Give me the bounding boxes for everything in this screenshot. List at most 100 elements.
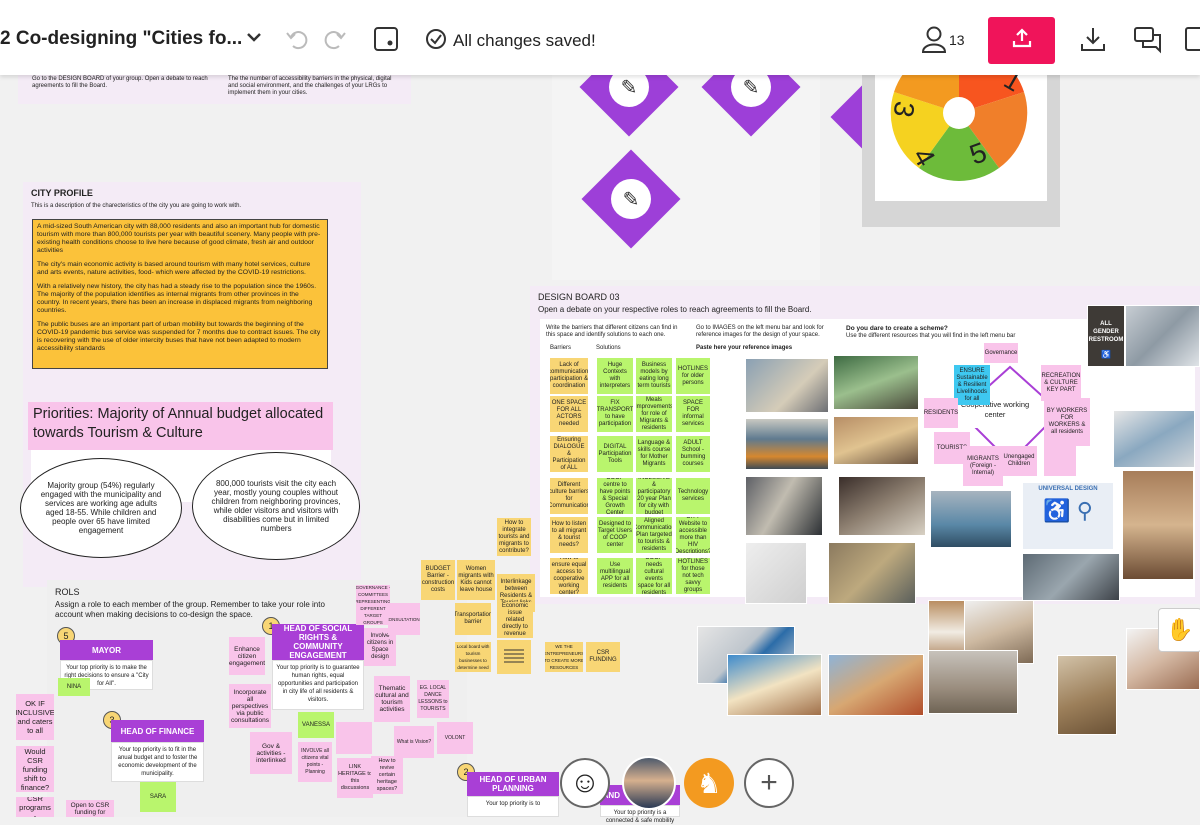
reference-image[interactable]: [828, 542, 916, 604]
sticky-note[interactable]: CITY Website to accessible more than HIV…: [676, 517, 710, 553]
sticky-note[interactable]: INVOLVE all citizens vital points - Plan…: [298, 742, 332, 782]
sticky-note[interactable]: Transportation barrier: [455, 603, 491, 635]
sticky-note[interactable]: Would CSR funding shift to finance?: [16, 746, 54, 792]
sticky-note[interactable]: RECREATION & CULTURE KEY PART: [1041, 365, 1081, 401]
sticky-note[interactable]: Incorporate all perspectives via public …: [229, 684, 271, 728]
sticky-note[interactable]: Lack of communication, participation & c…: [550, 358, 588, 394]
sticky-note[interactable]: Thematic cultural and tourism activities: [374, 676, 410, 722]
sticky-note[interactable]: Governance: [984, 343, 1018, 363]
sticky-note[interactable]: COOP needs cultural events space for all…: [636, 558, 672, 594]
text-lines-note[interactable]: [497, 640, 531, 674]
sticky-note[interactable]: Gov & activities - interlinked: [250, 732, 292, 774]
reference-image[interactable]: [928, 650, 1018, 714]
reference-image[interactable]: [930, 490, 1012, 548]
sticky-note[interactable]: Meals Improvements for role of Migrants …: [636, 396, 672, 432]
reference-image[interactable]: [1022, 553, 1120, 601]
panel-icon[interactable]: [1184, 24, 1200, 59]
avatar[interactable]: [622, 756, 676, 810]
sticky-note[interactable]: BUDGET Barrier - construction costs: [421, 560, 455, 600]
sticky-note[interactable]: ONE SPACE FOR ALL ACTORS needed: [550, 396, 588, 432]
sticky-note[interactable]: COOP centre to have points & Special Gro…: [597, 478, 633, 514]
finance-role-header[interactable]: HEAD OF FINANCE: [111, 720, 204, 742]
sticky-note[interactable]: SPACE FOR informal services: [676, 396, 710, 432]
social-role-header[interactable]: HEAD OF SOCIAL RIGHTS & COMMUNITY ENGAGE…: [272, 624, 364, 660]
sticky-note[interactable]: GOVERNANCE - COMMITTEES REPRESENTING DIF…: [356, 585, 390, 625]
reference-image[interactable]: [1057, 655, 1117, 735]
sticky-note[interactable]: How to revive certain heritage spaces?: [371, 756, 403, 794]
download-icon[interactable]: [1078, 24, 1108, 59]
name-note[interactable]: SARA: [140, 782, 176, 812]
sticky-note[interactable]: Economic issue related directly to reven…: [497, 602, 533, 638]
user-icon[interactable]: [920, 24, 948, 59]
undo-icon[interactable]: [283, 25, 311, 58]
sticky-note[interactable]: ENSURE Sustainable & Resilient Livelihoo…: [954, 365, 990, 405]
sticky-note[interactable]: [1044, 446, 1076, 476]
name-note[interactable]: NINA: [58, 678, 90, 696]
sticky-note[interactable]: WE THE ENTREPRENEURS TO CREATE MORE RESO…: [545, 642, 583, 672]
sticky-note[interactable]: Business models by eating long term tour…: [636, 358, 672, 394]
reference-image[interactable]: [745, 476, 823, 536]
sticky-note[interactable]: Ensuring DIALOGUE & Participation of ALL: [550, 436, 588, 472]
emoji-icon[interactable]: ☺: [560, 758, 610, 808]
reference-image[interactable]: [1122, 470, 1194, 580]
reference-image[interactable]: [833, 355, 919, 410]
sticky-note[interactable]: EG. LOCAL DANCE LESSONS to TOURISTS: [417, 680, 449, 718]
universal-design-image[interactable]: UNIVERSAL DESIGN ♿ ⚲: [1022, 482, 1114, 550]
reference-image[interactable]: [745, 542, 807, 604]
sticky-note[interactable]: ADULT School - bumming courses: [676, 436, 710, 472]
sticky-note[interactable]: CSR programs -: [16, 797, 54, 817]
reference-image[interactable]: [745, 418, 829, 470]
sticky-note[interactable]: HOTLINES for those not tech savvy groups: [676, 558, 710, 594]
spinner-wheel[interactable]: 1 5 4 3: [884, 55, 1044, 195]
sticky-note[interactable]: CSR FUNDING: [586, 642, 620, 672]
reference-image[interactable]: [1125, 305, 1200, 367]
reference-image[interactable]: [727, 654, 822, 716]
sticky-note[interactable]: How to ensure equal access to cooperativ…: [550, 558, 588, 594]
sticky-note[interactable]: [336, 722, 372, 754]
reference-image[interactable]: [833, 416, 919, 465]
sticky-note[interactable]: Language & skills course for Mother Migr…: [636, 436, 672, 472]
hand-icon[interactable]: ✋: [1158, 608, 1200, 652]
redo-icon[interactable]: [321, 25, 349, 58]
frame-icon[interactable]: [372, 25, 400, 58]
plus-icon[interactable]: +: [744, 758, 794, 808]
sticky-note[interactable]: CONSULTATIONS: [388, 603, 420, 635]
sticky-note[interactable]: LINK HERITAGE to this discussions: [337, 758, 373, 798]
sticky-note[interactable]: VOLONT: [437, 722, 473, 754]
sticky-note[interactable]: Local board with tourism businesses to d…: [455, 642, 491, 672]
comments-icon[interactable]: [1132, 24, 1164, 59]
reference-image[interactable]: [838, 476, 926, 536]
sticky-note[interactable]: Open to CSR funding for: [66, 800, 114, 817]
sticky-note[interactable]: Designed to Target Users of COOP center: [597, 517, 633, 553]
sticky-note[interactable]: Huge Contexts with interpreters: [597, 358, 633, 394]
sticky-note[interactable]: INCLUSIVE & participatory 20 year Plan f…: [636, 478, 672, 514]
sticky-note[interactable]: How to listen to all migrant & tourist n…: [550, 517, 588, 553]
sticky-note[interactable]: RESIDENTS: [924, 398, 958, 428]
reference-image[interactable]: [1113, 410, 1195, 468]
urban-role-header[interactable]: HEAD OF URBAN PLANNING: [467, 772, 559, 796]
reference-image[interactable]: [745, 358, 829, 413]
reference-image[interactable]: [828, 654, 924, 716]
sticky-note[interactable]: Unengaged Children: [1001, 446, 1037, 476]
chevron-down-icon[interactable]: [244, 24, 264, 57]
name-note[interactable]: VANESSA: [298, 712, 334, 738]
sticky-note[interactable]: How to integrate tourists and migrants t…: [497, 518, 531, 556]
share-button[interactable]: [988, 17, 1055, 64]
sticky-note[interactable]: Enhance citizen engagement: [229, 637, 265, 675]
sticky-note[interactable]: OK IF INCLUSIVE and caters to all: [16, 694, 54, 740]
sticky-note[interactable]: Different culture barriers for Communica…: [550, 478, 588, 514]
document-title[interactable]: 2 Co-designing "Cities fo...: [0, 28, 242, 50]
sticky-note[interactable]: Use multilingual APP for all residents: [597, 558, 633, 594]
reference-image[interactable]: ALL GENDER RESTROOM ♿: [1087, 305, 1125, 367]
sticky-note[interactable]: Technology services: [676, 478, 710, 514]
giraffe-icon[interactable]: ♞: [684, 758, 734, 808]
sticky-note[interactable]: Women migrants with Kids cannot leave ho…: [457, 560, 495, 600]
sticky-note[interactable]: DIGITAL Participation Tools: [597, 436, 633, 472]
mayor-role-header[interactable]: MAYOR: [60, 640, 153, 660]
sticky-note[interactable]: BY WORKERS FOR WORKERS & all residents: [1044, 398, 1090, 446]
sticky-note[interactable]: Aligned Communication Plan targeted to t…: [636, 517, 672, 553]
sticky-note[interactable]: What is Vision?: [394, 726, 434, 758]
sticky-note[interactable]: HOTLINES for older persons: [676, 358, 710, 394]
sticky-note[interactable]: MIGRANTS (Foreign - Internal): [963, 446, 1003, 486]
sticky-note[interactable]: FIX TRANSPORT to have participation: [597, 396, 633, 432]
